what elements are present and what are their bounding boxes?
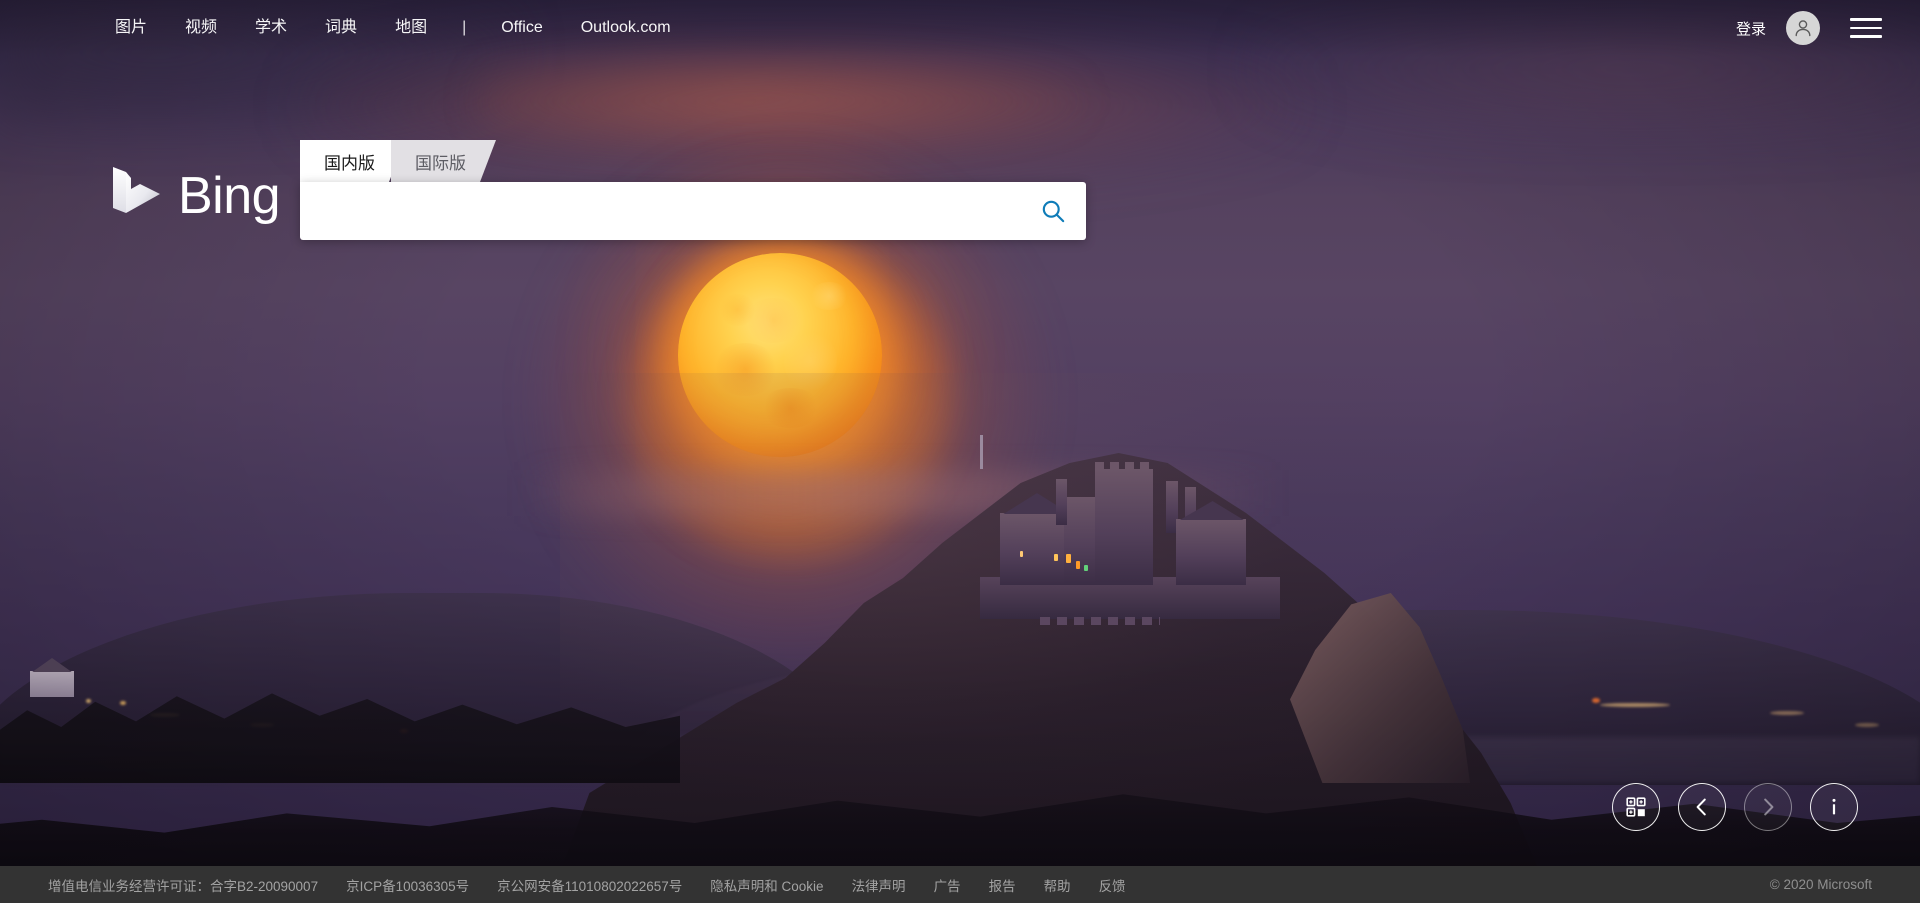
- tab-international[interactable]: 国际版: [391, 140, 496, 182]
- search-button[interactable]: [1020, 182, 1086, 240]
- castle-silhouette: [980, 435, 1280, 625]
- image-info-button[interactable]: [1810, 783, 1858, 831]
- footer-telecom-license: 增值电信业务经营许可证：合字B2-20090007: [48, 878, 319, 894]
- chevron-left-icon: [1696, 798, 1706, 816]
- footer-bar: 增值电信业务经营许可证：合字B2-20090007 京ICP备10036305号…: [0, 866, 1920, 903]
- footer-privacy[interactable]: 隐私声明和 Cookie: [696, 875, 837, 895]
- nav-links: 图片 视频 学术 词典 地图 | Office Outlook.com: [96, 12, 690, 44]
- grid-download-icon: [1626, 797, 1646, 817]
- footer-legal[interactable]: 法律声明: [838, 875, 920, 895]
- header-account-area: 登录: [1728, 11, 1884, 45]
- tab-domestic-label: 国内版: [324, 153, 375, 173]
- footer-public-security[interactable]: 京公网安备11010802022657号: [483, 875, 696, 895]
- footer-icp[interactable]: 京ICP备10036305号: [332, 875, 483, 895]
- chevron-right-icon: [1764, 798, 1774, 816]
- full-moon: [678, 253, 882, 457]
- search-icon: [1042, 200, 1064, 222]
- cloud-center-bright: [480, 55, 1080, 145]
- search-area: Bing 国内版 国际版: [113, 140, 1086, 240]
- tab-international-label: 国际版: [415, 153, 466, 173]
- footer-links: 增值电信业务经营许可证：合字B2-20090007 京ICP备10036305号…: [48, 875, 1140, 895]
- previous-image-button[interactable]: [1678, 783, 1726, 831]
- nav-outlook[interactable]: Outlook.com: [562, 12, 690, 44]
- nav-dictionary[interactable]: 词典: [306, 12, 376, 44]
- footer-advertise[interactable]: 广告: [920, 875, 975, 895]
- copyright-text: © 2020 Microsoft: [1769, 877, 1872, 892]
- wallpaper-grid-button[interactable]: [1612, 783, 1660, 831]
- search-box[interactable]: [300, 182, 1086, 240]
- bing-logo-icon: [113, 167, 160, 213]
- tab-domestic[interactable]: 国内版: [300, 140, 405, 182]
- footer-feedback[interactable]: 反馈: [1085, 875, 1140, 895]
- nav-images[interactable]: 图片: [96, 12, 166, 44]
- distant-cottage-left: [30, 671, 74, 697]
- nav-videos[interactable]: 视频: [166, 12, 236, 44]
- top-navigation-bar: 图片 视频 学术 词典 地图 | Office Outlook.com 登录: [0, 0, 1920, 56]
- search-input[interactable]: [300, 182, 1020, 240]
- sign-in-link[interactable]: 登录: [1728, 12, 1774, 45]
- nav-divider: |: [462, 19, 467, 36]
- avatar[interactable]: [1786, 11, 1820, 45]
- nav-maps[interactable]: 地图: [376, 12, 446, 44]
- bing-homepage: 图片 视频 学术 词典 地图 | Office Outlook.com 登录 B…: [0, 0, 1920, 903]
- person-icon: [1795, 20, 1811, 37]
- image-controls: [1612, 783, 1858, 831]
- bing-wordmark: Bing: [178, 167, 281, 225]
- hamburger-menu-icon[interactable]: [1850, 11, 1884, 45]
- footer-help[interactable]: 帮助: [1030, 875, 1085, 895]
- footer-report[interactable]: 报告: [975, 875, 1030, 895]
- next-image-button[interactable]: [1744, 783, 1792, 831]
- search-scope-tabs: 国内版 国际版: [300, 140, 1086, 182]
- background-image-of-the-day: [0, 0, 1920, 903]
- bing-logo[interactable]: Bing: [110, 165, 281, 227]
- info-icon: [1832, 798, 1836, 815]
- nav-office[interactable]: Office: [482, 12, 562, 44]
- nav-academic[interactable]: 学术: [236, 12, 306, 44]
